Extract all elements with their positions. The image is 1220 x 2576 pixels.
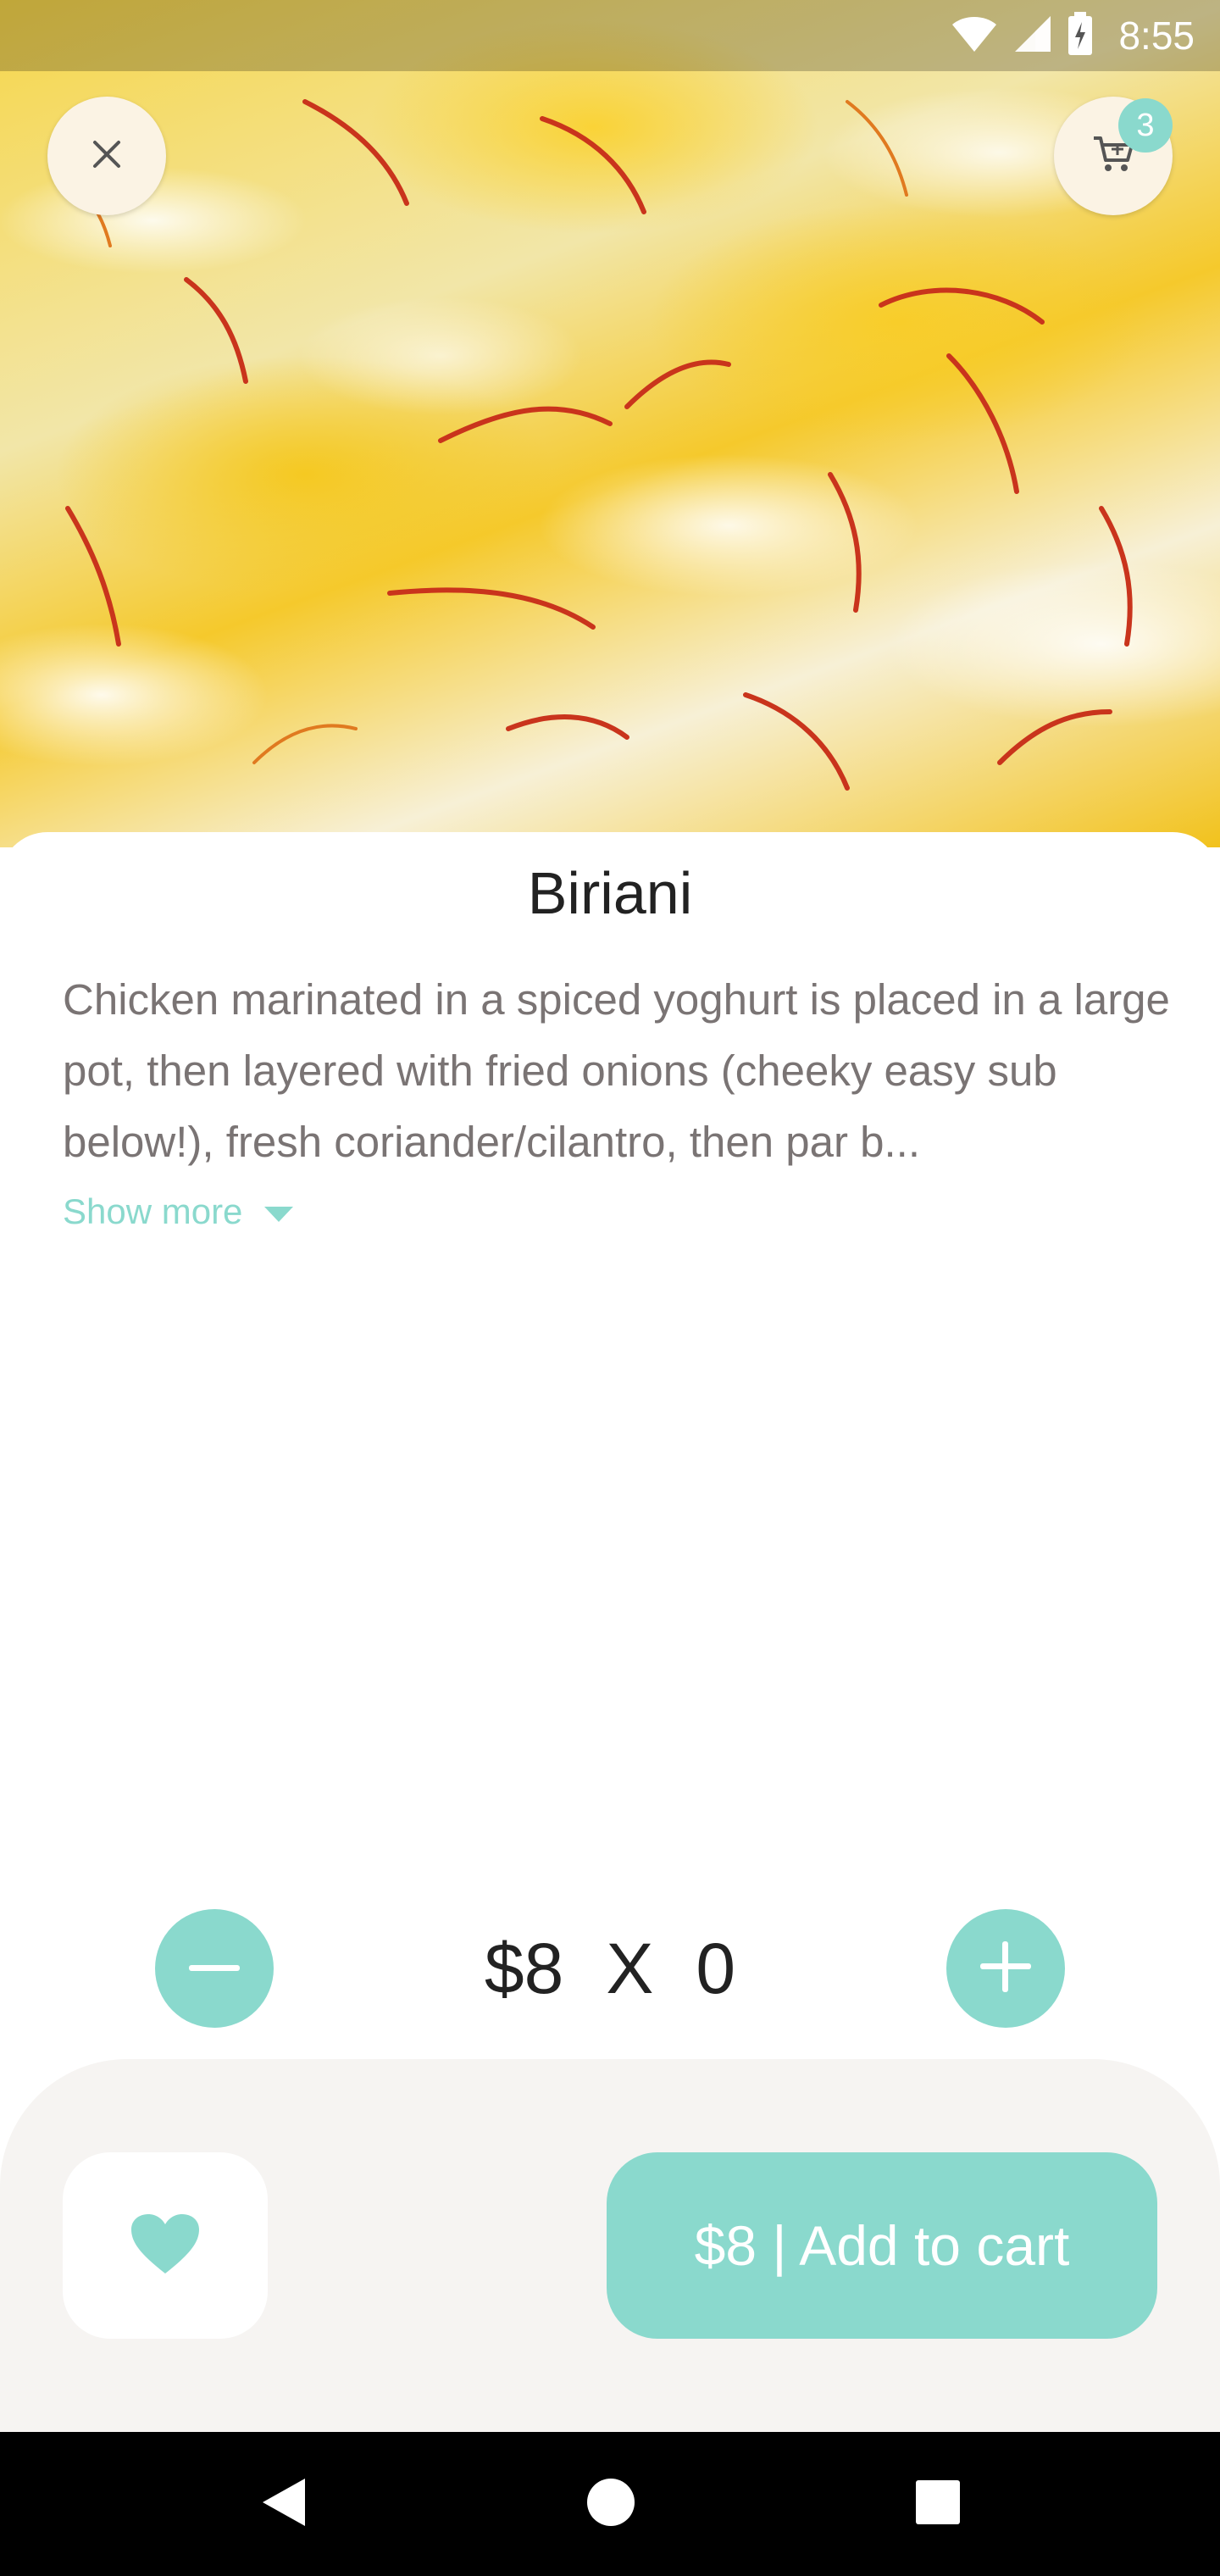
show-more-label: Show more (63, 1191, 243, 1231)
recents-icon[interactable] (915, 2479, 961, 2529)
product-description: Chicken marinated in a spiced yoghurt is… (63, 975, 1170, 1166)
increase-quantity-button[interactable] (946, 1909, 1065, 2028)
food-image (0, 0, 1220, 847)
decrease-quantity-button[interactable] (155, 1909, 274, 2028)
show-more-link[interactable]: Show more (63, 1186, 294, 1237)
add-to-cart-button[interactable]: $8 | Add to cart (607, 2152, 1157, 2339)
navigation-bar (0, 2432, 1220, 2576)
times-sign: X (606, 1928, 654, 2008)
minus-icon (189, 1961, 240, 1976)
battery-icon (1068, 11, 1093, 60)
unit-price: $8 (484, 1928, 564, 2008)
heart-icon (130, 2212, 201, 2279)
cart-count-badge: 3 (1118, 98, 1173, 153)
wifi-icon (951, 14, 998, 58)
product-detail-screen: 8:55 3 Biriani Chicken marinated in a sp… (0, 0, 1220, 2576)
favorite-button[interactable] (63, 2152, 268, 2339)
close-icon (92, 139, 122, 174)
saffron-strands (49, 99, 1133, 791)
signal-icon (1013, 14, 1052, 58)
home-icon[interactable] (586, 2478, 635, 2531)
close-button[interactable] (47, 97, 166, 215)
status-time: 8:55 (1118, 14, 1195, 58)
quantity-display: $8 X 0 (373, 1918, 847, 2019)
plus-icon (980, 1940, 1031, 1996)
caret-down-icon (264, 1191, 294, 1232)
product-title: Biriani (527, 860, 693, 926)
cart-button[interactable]: 3 (1054, 97, 1173, 215)
back-icon[interactable] (259, 2477, 307, 2532)
quantity-count: 0 (696, 1928, 736, 2008)
status-bar: 8:55 (0, 0, 1220, 71)
